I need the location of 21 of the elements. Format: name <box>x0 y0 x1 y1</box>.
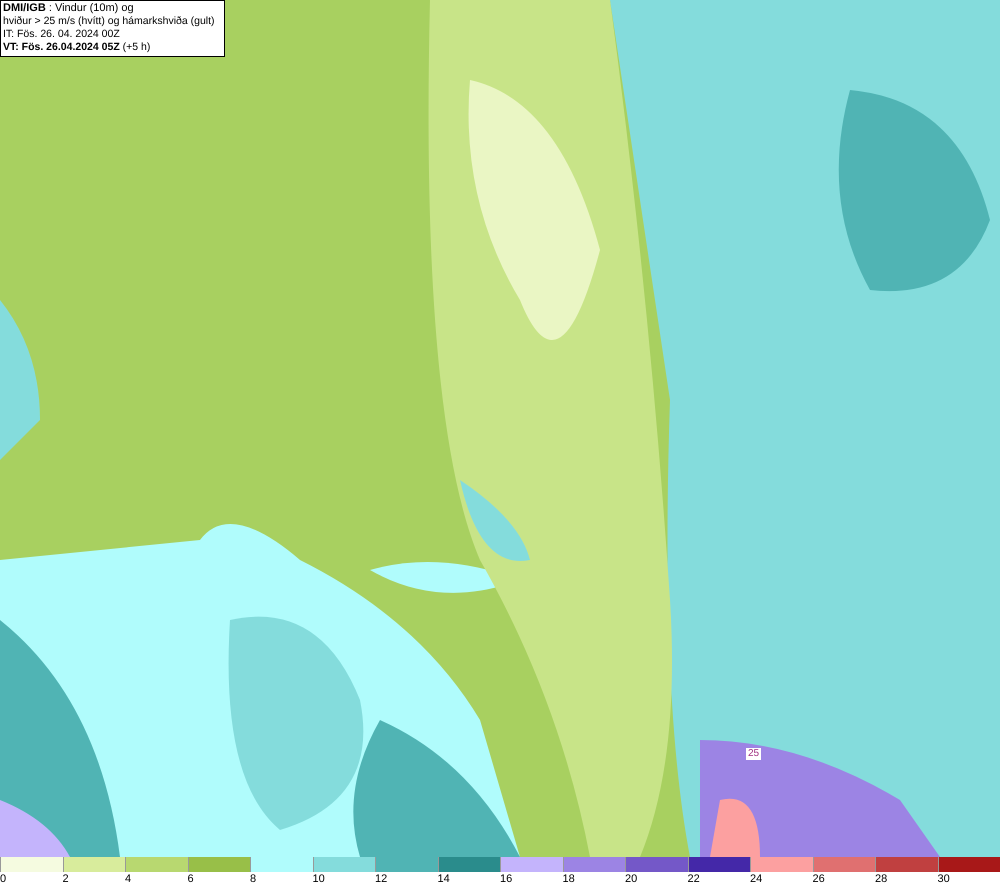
legend-label: 18 <box>562 872 575 887</box>
legend-label: 26 <box>812 872 825 887</box>
legend-label: 4 <box>125 872 132 887</box>
info-text: VT: Fös. 26.04.2024 05Z (+5 h) <box>3 41 152 54</box>
legend-label: 12 <box>375 872 388 887</box>
legend-label: 24 <box>750 872 762 887</box>
legend-label: 28 <box>875 872 888 887</box>
legend-label: 6 <box>188 872 194 887</box>
legend-label: 22 <box>688 872 700 887</box>
info-text: DMI/IGB : Vindur (10m) og <box>3 2 135 15</box>
legend-label: 0 <box>0 872 6 887</box>
contour-label: 25 <box>746 748 762 760</box>
legend-label: 20 <box>625 872 638 887</box>
legend-label: 10 <box>312 872 325 887</box>
legend-label: 14 <box>438 872 450 887</box>
legend-label: 2 <box>62 872 69 887</box>
legend-label: 30 <box>938 872 950 887</box>
legend-label: 16 <box>500 872 512 887</box>
info-text: hviður > 25 m/s (hvítt) og hámarkshviða (gult) <box>3 15 216 28</box>
info-text: IT: Fös. 26. 04. 2024 00Z <box>3 28 121 41</box>
legend-label: 8 <box>250 872 256 887</box>
